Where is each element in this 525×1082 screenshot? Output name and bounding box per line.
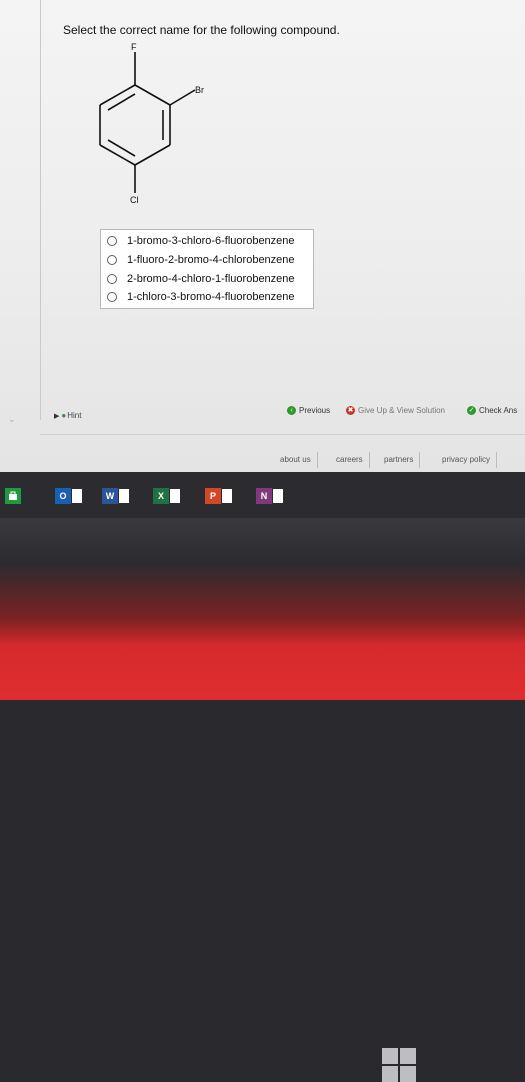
previous-button[interactable]: ‹ Previous	[287, 406, 330, 415]
excel-icon: X	[153, 488, 169, 504]
chevron-down-icon[interactable]: ⌄	[8, 414, 16, 425]
double-bond	[107, 139, 136, 157]
onenote-icon: N	[256, 488, 272, 504]
footer-link-privacy[interactable]: privacy policy	[436, 452, 498, 468]
browser-screen: Select the correct name for the followin…	[0, 0, 525, 472]
footer-link-partners[interactable]: partners	[378, 452, 421, 468]
spreadsheet-icon	[170, 489, 180, 503]
atom-br: Br	[195, 85, 204, 95]
store-icon	[5, 488, 21, 504]
question-text: Select the correct name for the followin…	[63, 23, 340, 37]
radio-button[interactable]	[107, 274, 117, 284]
choice-label: 1-fluoro-2-bromo-4-chlorobenzene	[127, 254, 295, 266]
word-icon: W	[102, 488, 118, 504]
structure-diagram: F Br Cl	[99, 42, 204, 205]
excel-app[interactable]: X	[153, 487, 180, 505]
windows-logo-icon[interactable]	[382, 1048, 416, 1082]
answer-choices: 1-bromo-3-chloro-6-fluorobenzene 1-fluor…	[100, 229, 314, 309]
store-app[interactable]	[5, 487, 21, 505]
choice-option-3[interactable]: 2-bromo-4-chloro-1-fluorobenzene	[107, 270, 295, 288]
hint-button[interactable]: ▶ ● Hint	[54, 411, 81, 420]
choice-label: 1-bromo-3-chloro-6-fluorobenzene	[127, 235, 295, 247]
outlook-icon: O	[55, 488, 71, 504]
question-toolbar: ▶ ● Hint ‹ Previous ✖ Give Up & View Sol…	[40, 403, 525, 423]
outlook-app[interactable]: O	[55, 487, 82, 505]
document-icon	[119, 489, 129, 503]
atom-f: F	[131, 42, 137, 52]
mail-envelope-icon	[72, 489, 82, 503]
lightbulb-icon: ●	[61, 411, 67, 420]
choice-label: 2-bromo-4-chloro-1-fluorobenzene	[127, 273, 295, 285]
choice-option-2[interactable]: 1-fluoro-2-bromo-4-chlorobenzene	[107, 251, 295, 269]
taskbar: O W X P N	[0, 472, 525, 518]
onenote-app[interactable]: N	[256, 487, 283, 505]
give-up-button[interactable]: ✖ Give Up & View Solution	[346, 406, 445, 415]
previous-icon: ‹	[287, 406, 296, 415]
choice-label: 1-chloro-3-bromo-4-fluorobenzene	[127, 291, 295, 303]
check-answer-button[interactable]: ✓ Check Ans	[467, 406, 517, 415]
ring-bond	[134, 84, 171, 106]
give-up-icon: ✖	[346, 406, 355, 415]
check-icon: ✓	[467, 406, 476, 415]
ring-bond	[99, 84, 136, 106]
footer-link-about[interactable]: about us	[274, 452, 318, 468]
double-bond	[107, 93, 136, 111]
previous-label: Previous	[299, 406, 331, 415]
atom-cl: Cl	[130, 195, 139, 205]
check-answer-label: Check Ans	[479, 406, 518, 415]
hint-label: Hint	[67, 411, 82, 420]
give-up-label: Give Up & View Solution	[358, 406, 446, 415]
play-arrow-icon: ▶	[54, 412, 60, 420]
word-app[interactable]: W	[102, 487, 129, 505]
notebook-icon	[273, 489, 283, 503]
divider	[40, 434, 525, 435]
radio-button[interactable]	[107, 236, 117, 246]
powerpoint-app[interactable]: P	[205, 487, 232, 505]
radio-button[interactable]	[107, 292, 117, 302]
radio-button[interactable]	[107, 255, 117, 265]
ring-bond	[99, 144, 136, 166]
slide-icon	[222, 489, 232, 503]
footer-link-careers[interactable]: careers	[330, 452, 370, 468]
ring-bond	[134, 144, 171, 166]
device-bezel	[0, 518, 525, 1082]
choice-option-4[interactable]: 1-chloro-3-bromo-4-fluorobenzene	[107, 288, 295, 306]
choice-option-1[interactable]: 1-bromo-3-chloro-6-fluorobenzene	[107, 232, 295, 250]
powerpoint-icon: P	[205, 488, 221, 504]
bond-br	[169, 89, 196, 106]
